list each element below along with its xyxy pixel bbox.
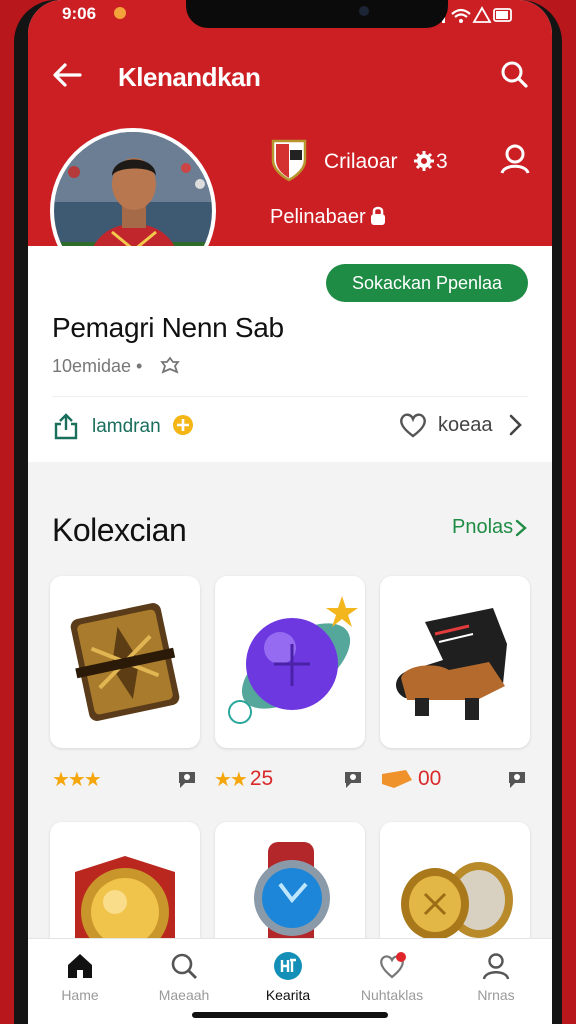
arrow-left-icon[interactable] (50, 58, 84, 92)
nav-label: Nuhtaklas (360, 987, 424, 1003)
club-name: Crilaoar (324, 150, 398, 173)
like-label[interactable]: koeaa (438, 414, 493, 437)
gear-icon (414, 151, 434, 171)
section-title: Kolexcian (52, 512, 187, 548)
rating-value: 25 (249, 767, 274, 790)
collection-icon (274, 952, 302, 980)
badge-icon (160, 356, 180, 374)
boot-icon (396, 608, 507, 720)
comment-icon[interactable] (342, 768, 364, 790)
position-label: Pelinabaer (270, 206, 366, 228)
lock-icon (371, 206, 385, 225)
see-all-link[interactable]: Pnolas (452, 516, 513, 539)
comment-icon[interactable] (176, 768, 198, 790)
collection-item-orb[interactable] (215, 576, 365, 748)
item-rating: 00 (380, 764, 441, 794)
app-bar: Klenandkan (28, 50, 552, 100)
profile-card: Sokackan Ppenlaa Pemagri Nenn Sab 10emid… (28, 246, 552, 462)
nav-label: Kearita (265, 987, 311, 1003)
rating-value: 00 (418, 767, 442, 790)
follow-button[interactable]: Sokackan Ppenlaa (326, 264, 528, 302)
collection-item-boot[interactable] (380, 576, 530, 748)
player-name: Pemagri Nenn Sab (52, 312, 284, 343)
club-crest-icon (271, 139, 307, 182)
search-icon[interactable] (498, 58, 530, 90)
orb-icon (228, 596, 358, 724)
nav-item-home[interactable]: Hame (28, 939, 132, 1024)
club-count: 3 (436, 150, 448, 173)
comment-icon[interactable] (506, 768, 528, 790)
page-title: Klenandkan (118, 62, 261, 92)
profile-icon (482, 953, 510, 980)
share-label[interactable]: lamdran (92, 416, 161, 438)
notification-dot-icon (114, 7, 126, 19)
item-rating: ★★ 25 (214, 764, 273, 794)
plus-icon[interactable] (172, 414, 194, 436)
nav-label: Hame (61, 987, 99, 1003)
tag-icon (382, 770, 412, 788)
status-time: 9:06 (62, 4, 97, 23)
home-indicator[interactable] (192, 1012, 388, 1018)
chevron-right-icon[interactable] (506, 412, 524, 438)
heart-icon[interactable] (398, 410, 428, 440)
divider (52, 396, 528, 397)
chevron-right-icon[interactable] (514, 517, 528, 539)
card-pack-icon (70, 603, 180, 721)
collection-item-card-pack[interactable] (50, 576, 200, 748)
camera-notch (186, 0, 448, 28)
profile-hero: 9:06 Klenandkan Crilaoar 3 Pelinabaer (28, 0, 552, 416)
nav-label: Nrnas (477, 987, 515, 1003)
player-meta: 10emidae • (52, 356, 143, 376)
home-icon (68, 954, 92, 978)
user-search-icon[interactable] (498, 142, 532, 176)
star-icon: ★★★ (52, 768, 102, 791)
search-icon (171, 953, 197, 979)
nav-label: Maeaah (158, 987, 210, 1003)
star-icon: ★★ (214, 768, 248, 791)
share-icon[interactable] (52, 412, 80, 440)
phone-screen: 9:06 Klenandkan Crilaoar 3 Pelinabaer So… (28, 0, 552, 1024)
item-rating: ★★★ (52, 764, 104, 794)
heart-icon (380, 952, 406, 979)
nav-item-profile[interactable]: Nrnas (444, 939, 548, 1024)
